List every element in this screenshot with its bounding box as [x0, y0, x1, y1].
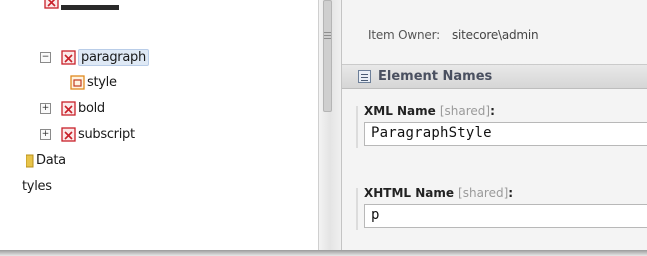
content-tree: − paragraph style + bold + subscript Dat… — [0, 0, 318, 250]
tree-item-label: paragraph — [78, 48, 149, 66]
rendering-icon — [61, 49, 76, 65]
item-owner-value: sitecore\admin — [451, 28, 539, 42]
field-label-colon: : — [508, 186, 514, 200]
app-window: − paragraph style + bold + subscript Dat… — [0, 0, 647, 256]
tree-item-label: style — [87, 74, 117, 90]
pane-splitter[interactable] — [318, 0, 342, 250]
tree-scrollbar-thumb[interactable] — [323, 0, 332, 112]
window-bottom-edge — [0, 250, 647, 256]
xhtml-name-input[interactable]: p — [364, 204, 647, 228]
section-title: Element Names — [378, 69, 493, 84]
field-xml-name: XML Name [shared]: ParagraphStyle — [356, 104, 647, 148]
tree-item-style[interactable]: style — [70, 72, 117, 92]
rendering-icon — [61, 126, 76, 142]
tree-item-cut[interactable] — [44, 0, 119, 11]
item-editor: Item Owner: sitecore\admin Element Names … — [342, 0, 647, 250]
tree-item-paragraph[interactable]: − paragraph — [40, 47, 149, 67]
template-icon — [70, 74, 85, 90]
tree-item-subscript[interactable]: + subscript — [40, 124, 135, 144]
field-label: XHTML Name [shared]: — [364, 186, 647, 200]
rendering-icon — [44, 0, 59, 9]
rendering-icon — [61, 100, 76, 116]
field-label-text: XML Name — [364, 104, 436, 118]
field-label-colon: : — [490, 104, 495, 118]
tree-item-data[interactable]: Data — [26, 150, 66, 170]
tree-item-label: tyles — [22, 178, 52, 194]
section-icon — [358, 70, 371, 83]
tree-item-styles[interactable]: tyles — [22, 176, 52, 196]
xml-name-input[interactable]: ParagraphStyle — [364, 122, 647, 146]
item-owner-row: Item Owner: sitecore\admin — [368, 28, 539, 42]
tree-item-bold[interactable]: + bold — [40, 98, 105, 118]
shared-tag: [shared] — [439, 104, 491, 118]
folder-icon — [26, 153, 34, 168]
field-label: XML Name [shared]: — [364, 104, 647, 118]
tree-item-label: Data — [36, 152, 66, 168]
collapse-icon[interactable]: − — [40, 51, 51, 63]
tree-item-label: bold — [78, 100, 105, 116]
section-header-element-names[interactable]: Element Names — [342, 64, 647, 89]
item-owner-label: Item Owner: — [368, 28, 440, 42]
shared-tag: [shared] — [458, 186, 509, 200]
grip-icon — [323, 30, 332, 42]
field-label-text: XHTML Name — [364, 186, 455, 200]
tree-item-label: subscript — [78, 126, 135, 142]
field-xhtml-name: XHTML Name [shared]: p — [356, 186, 647, 230]
expand-icon[interactable]: + — [40, 128, 51, 140]
expand-icon[interactable]: + — [40, 102, 51, 114]
